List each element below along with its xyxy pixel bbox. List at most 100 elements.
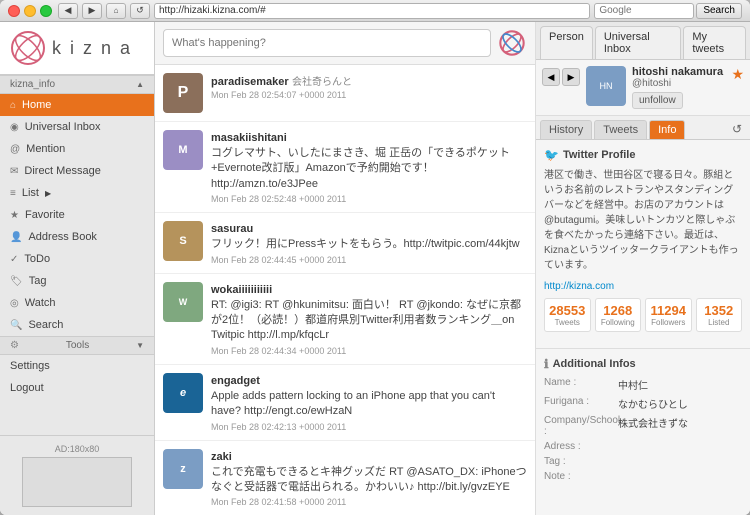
tab-tweets[interactable]: Tweets: [594, 120, 647, 139]
avatar[interactable]: e: [163, 373, 203, 413]
avatar[interactable]: W: [163, 282, 203, 322]
info-value-name: 中村仁: [618, 377, 648, 392]
sidebar-item-mention[interactable]: @ Mention: [0, 138, 154, 160]
maximize-button[interactable]: [40, 5, 52, 17]
sidebar-item-address-book[interactable]: 👤 Address Book: [0, 226, 154, 248]
info-label-furigana: Furigana :: [544, 396, 614, 411]
avatar[interactable]: z: [163, 449, 203, 489]
refresh-button[interactable]: ↺: [130, 3, 150, 19]
info-label-company: Company/School :: [544, 415, 614, 437]
tweet-time: Mon Feb 28 02:41:58 +0000 2011: [211, 497, 527, 507]
stat-tweets: 28553 Tweets: [544, 298, 591, 332]
twitter-bird-icon: 🐦: [544, 148, 559, 162]
title-bar: ◀ ▶ ⌂ ↺ http://hizaki.kizna.com/# Search: [0, 0, 750, 22]
stat-tweets-num: 28553: [548, 303, 587, 318]
tools-icon: ⚙: [10, 340, 19, 351]
tab-person[interactable]: Person: [540, 26, 593, 59]
sidebar-ad: AD:180x80: [0, 435, 154, 515]
tweet-username[interactable]: zaki: [211, 451, 232, 463]
address-bar[interactable]: http://hizaki.kizna.com/#: [154, 3, 590, 19]
sidebar-item-direct-message[interactable]: ✉ Direct Message: [0, 160, 154, 182]
tweet-item: S sasurau フリック！用にPressキットをもらう。http://twi…: [155, 213, 535, 273]
bio-text: 港区で働き、世田谷区で寝る日々。豚組というお名前のレストランやスタンディングバー…: [544, 168, 742, 273]
unfollow-button[interactable]: unfollow: [632, 92, 683, 109]
sidebar-item-tag[interactable]: 🏷 Tag: [0, 270, 154, 292]
profile-next-button[interactable]: ▶: [562, 68, 580, 86]
additional-info-section: ℹ Additional Infos Name : 中村仁 Furigana :…: [536, 348, 750, 494]
url-bar-area: ◀ ▶ ⌂ ↺ http://hizaki.kizna.com/# Search: [58, 3, 742, 19]
tweet-body: masakiishitani コグレマサト、いしたにまさき、堀 正岳の「できるポ…: [211, 130, 527, 204]
tab-history[interactable]: History: [540, 120, 592, 139]
sidebar-item-todo[interactable]: ✓ ToDo: [0, 248, 154, 270]
tweet-item: z zaki これで充電もできるとキ神グッズだ RT @ASATO_DX: iP…: [155, 441, 535, 515]
close-button[interactable]: [8, 5, 20, 17]
forward-button[interactable]: ▶: [82, 3, 102, 19]
info-label-tag: Tag :: [544, 456, 614, 467]
tag-icon: 🏷: [10, 276, 23, 287]
kizna-logo-icon: [10, 30, 46, 66]
tab-universal-inbox[interactable]: Universal Inbox: [595, 26, 681, 59]
watch-icon: ◎: [10, 298, 19, 309]
stat-followers-label: Followers: [649, 318, 688, 327]
right-top-tabs: Person Universal Inbox My tweets: [536, 22, 750, 60]
tweet-username[interactable]: engadget: [211, 375, 260, 387]
sidebar-item-list[interactable]: ≡ List ▶: [0, 182, 154, 204]
search-button[interactable]: Search: [696, 3, 742, 19]
info-label-name: Name :: [544, 377, 614, 392]
sidebar-account-section: kizna_info ▲: [0, 75, 154, 94]
tweet-item: M masakiishitani コグレマサト、いしたにまさき、堀 正岳の「でき…: [155, 122, 535, 213]
sidebar-item-favorite[interactable]: ★ Favorite: [0, 204, 154, 226]
sidebar-item-home[interactable]: ⌂ Home: [0, 94, 154, 116]
back-button[interactable]: ◀: [58, 3, 78, 19]
tweet-time: Mon Feb 28 02:52:48 +0000 2011: [211, 194, 527, 204]
info-row-company: Company/School : 株式会社きずな: [544, 415, 742, 437]
tweet-username[interactable]: masakiishitani: [211, 132, 287, 144]
tweet-item: P paradisemaker 会社奇らんと Mon Feb 28 02:54:…: [155, 65, 535, 122]
tools-expand-icon[interactable]: ▼: [136, 341, 144, 350]
sidebar-tools-section: ⚙ Tools ▼: [0, 336, 154, 355]
tweet-username[interactable]: sasurau: [211, 223, 253, 235]
info-row-name: Name : 中村仁: [544, 377, 742, 392]
website-link[interactable]: http://kizna.com: [544, 281, 742, 292]
info-value-furigana: なかむらひとし: [618, 396, 688, 411]
star-icon[interactable]: ★: [731, 66, 744, 83]
tweet-time: Mon Feb 28 02:42:13 +0000 2011: [211, 422, 527, 432]
tweet-username[interactable]: wokaiiiiiiiiiii: [211, 284, 272, 296]
stat-listed: 1352 Listed: [696, 298, 743, 332]
avatar[interactable]: P: [163, 73, 203, 113]
sidebar-item-logout[interactable]: Logout: [0, 377, 154, 399]
tab-my-tweets[interactable]: My tweets: [683, 26, 746, 59]
info-row-address: Adress :: [544, 441, 742, 452]
tweet-text: フリック！用にPressキットをもらう。http://twitpic.com/4…: [211, 237, 527, 252]
stat-listed-num: 1352: [700, 303, 739, 318]
profile-avatar[interactable]: HN: [586, 66, 626, 106]
user-profile-mini: ◀ ▶ HN hitoshi nakamura @hitoshi unfollo…: [536, 60, 750, 116]
tweet-item: W wokaiiiiiiiiiii RT: @igi3: RT @hkunimi…: [155, 274, 535, 365]
sidebar-logo: k i z n a: [0, 22, 154, 75]
stat-followers-num: 11294: [649, 303, 688, 318]
user-info: hitoshi nakamura @hitoshi unfollow: [632, 66, 725, 109]
profile-prev-button[interactable]: ◀: [542, 68, 560, 86]
home-button[interactable]: ⌂: [106, 3, 126, 19]
sidebar-item-universal-inbox[interactable]: ◉ Universal Inbox: [0, 116, 154, 138]
minimize-button[interactable]: [24, 5, 36, 17]
mention-icon: @: [10, 144, 20, 155]
tab-info[interactable]: Info: [649, 120, 685, 139]
stat-following: 1268 Following: [595, 298, 642, 332]
profile-name: hitoshi nakamura: [632, 66, 725, 78]
avatar[interactable]: S: [163, 221, 203, 261]
tweet-item: e engadget Apple adds pattern locking to…: [155, 365, 535, 441]
tweet-input[interactable]: [163, 29, 491, 57]
sidebar-item-watch[interactable]: ◎ Watch: [0, 292, 154, 314]
twitter-profile-title: 🐦 Twitter Profile: [544, 148, 742, 162]
ad-banner: [22, 457, 132, 507]
google-search-input[interactable]: [594, 3, 694, 19]
collapse-icon[interactable]: ▲: [136, 80, 144, 89]
refresh-icon[interactable]: ↺: [728, 120, 746, 139]
tweet-username[interactable]: paradisemaker: [211, 76, 289, 88]
tweet-text: RT: @igi3: RT @hkunimitsu: 面白い！ RT @jkon…: [211, 298, 527, 344]
sidebar-item-search[interactable]: 🔍 Search: [0, 314, 154, 336]
avatar[interactable]: M: [163, 130, 203, 170]
twitter-profile-section: 🐦 Twitter Profile 港区で働き、世田谷区で寝る日々。豚組というお…: [536, 140, 750, 348]
sidebar-item-settings[interactable]: Settings: [0, 355, 154, 377]
